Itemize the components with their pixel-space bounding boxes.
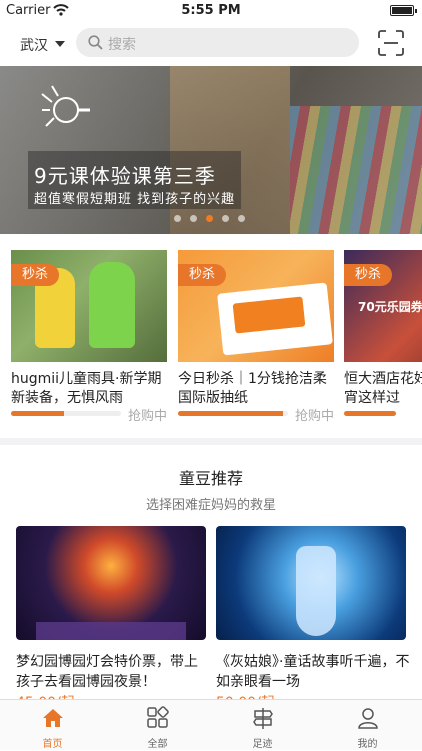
- signpost-icon: [253, 708, 273, 729]
- carousel-dot[interactable]: [174, 215, 181, 222]
- carousel-dot[interactable]: [238, 215, 245, 222]
- tab-label: 我的: [357, 739, 378, 750]
- status-time: 5:55 PM: [181, 3, 241, 18]
- section-title: 童豆推荐: [178, 469, 243, 488]
- banner-subtitle: 超值寒假短期班 找到孩子的兴趣: [34, 192, 236, 207]
- lightbulb-icon: [41, 85, 90, 127]
- grid-icon: [147, 706, 169, 728]
- search-icon: [88, 35, 103, 50]
- section-subtitle: 选择困难症妈妈的救星: [145, 498, 276, 513]
- section-divider: [0, 438, 422, 445]
- flash-sale-tag: 秒杀: [178, 264, 226, 286]
- recommend-image-cinderella: [216, 526, 406, 640]
- top-bar: 武汉 搜索: [0, 22, 422, 66]
- carousel-dot[interactable]: [190, 215, 197, 222]
- banner-carousel[interactable]: 9元课体验课第三季 超值寒假短期班 找到孩子的兴趣: [0, 66, 422, 234]
- flash-sale-list: 秒杀 hugmii儿童雨具·新学期新装备，无惧风雨 抢购中 秒杀 今日秒杀｜1分…: [0, 246, 422, 426]
- city-selector[interactable]: 武汉: [20, 35, 48, 55]
- search-placeholder: 搜索: [108, 37, 136, 53]
- battery-icon: [390, 5, 417, 16]
- flash-sale-card[interactable]: 70元乐园券 9元限 秒杀 恒大酒店花好月圆宴会·元宵这样过: [344, 246, 422, 426]
- recommend-title: 梦幻园博园灯会特价票，带上孩子去看园博园夜景！: [16, 654, 198, 690]
- tab-label: 首页: [42, 739, 63, 750]
- tab-label: 足迹: [252, 739, 273, 750]
- sale-status: 抢购中: [294, 409, 334, 424]
- scan-icon[interactable]: [378, 30, 404, 56]
- tab-profile[interactable]: 我的: [315, 700, 420, 751]
- carousel-dots: [168, 215, 258, 223]
- user-icon: [358, 708, 378, 729]
- home-icon: [43, 709, 63, 727]
- sale-progress-bar: [11, 411, 121, 416]
- flash-sale-title: hugmii儿童雨具·新学期新装备，无惧风雨: [11, 371, 162, 406]
- tab-footprints[interactable]: 足迹: [210, 700, 315, 751]
- carousel-dot-active[interactable]: [206, 215, 213, 222]
- tab-label: 全部: [147, 739, 168, 750]
- carousel-dot[interactable]: [222, 215, 229, 222]
- banner-photo-chalk: [290, 106, 422, 234]
- sale-status: 抢购中: [127, 409, 167, 424]
- status-bar: Carrier 5:55 PM: [0, 0, 422, 22]
- flash-sale-title: 今日秒杀｜1分钱抢洁柔国际版抽纸: [178, 371, 327, 406]
- recommend-title: 《灰姑娘》·童话故事听千遍，不如亲眼看一场: [216, 654, 410, 690]
- flash-sale-title: 恒大酒店花好月圆宴会·元宵这样过: [344, 371, 422, 406]
- tab-bar: 首页 全部 足迹 我的: [0, 699, 422, 750]
- flash-sale-tag: 秒杀: [344, 264, 392, 286]
- recommend-image-lantern: [16, 526, 206, 640]
- caret-down-icon[interactable]: [55, 41, 65, 47]
- sale-progress-bar: [178, 411, 288, 416]
- tab-all[interactable]: 全部: [105, 700, 210, 751]
- tab-home[interactable]: 首页: [0, 700, 105, 751]
- banner-title: 9元课体验课第三季: [34, 164, 216, 188]
- search-bar[interactable]: 搜索: [76, 28, 359, 57]
- flash-sale-tag: 秒杀: [11, 264, 59, 286]
- sale-progress-bar: [344, 411, 396, 416]
- product-image-text: 70元乐园券 9元限: [358, 300, 422, 314]
